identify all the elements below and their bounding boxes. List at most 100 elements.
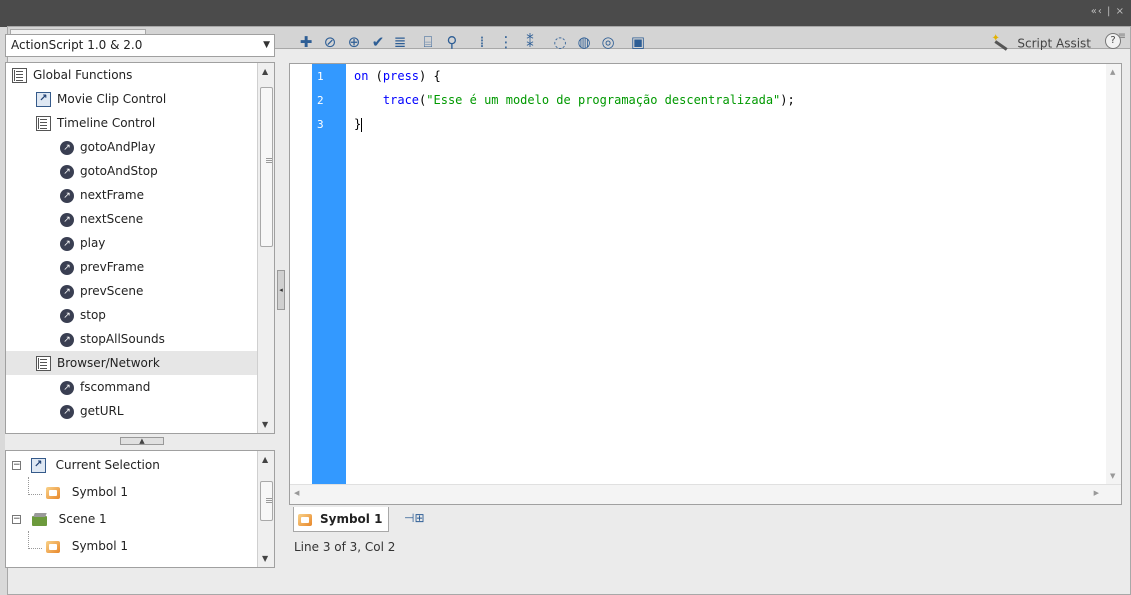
toolbox-item[interactable]: ↗ stop (6, 303, 258, 327)
toolbox-item[interactable]: Browser/Network (6, 351, 258, 375)
code-token: ); (780, 93, 795, 107)
scroll-left-icon[interactable]: ◀ (294, 489, 299, 497)
book-icon (12, 68, 27, 83)
toolbox-item[interactable]: Global Functions (6, 63, 258, 87)
toolbox-item[interactable]: ↗ fscommand (6, 375, 258, 399)
toolbox-item[interactable]: Timeline Control (6, 111, 258, 135)
magic-wand-icon (992, 33, 1008, 52)
apply-line-comment-button[interactable]: ◍ (574, 32, 594, 52)
collapse-icon[interactable]: − (12, 515, 21, 524)
code-line[interactable]: on (press) { (354, 68, 795, 92)
pin-script-icon[interactable]: ⊣⊞ (404, 511, 425, 525)
collapse-between-braces-button[interactable]: ⁞ (472, 32, 492, 52)
code-token: ) { (419, 69, 441, 83)
toolbox-item[interactable]: ↗ stopAllSounds (6, 327, 258, 351)
debug-options-button[interactable]: ⚲ (442, 32, 462, 52)
scrollbar-thumb[interactable] (260, 481, 273, 521)
text-caret (361, 117, 363, 132)
nav-item-scene-symbol[interactable]: Symbol 1 (44, 533, 128, 559)
actions-toolbox: Global Functions ↗ Movie Clip Control Timel… (5, 62, 275, 434)
expand-all-button[interactable]: ⁑ (520, 32, 540, 52)
apply-block-comment-button[interactable]: ◌ (550, 32, 570, 52)
collapse-icon[interactable]: − (12, 461, 21, 470)
code-token: on (354, 69, 369, 83)
function-circle-icon: ↗ (60, 140, 74, 155)
toolbox-item[interactable]: ↗ nextFrame (6, 183, 258, 207)
code-area[interactable]: on (press) { trace("Esse é um modelo de … (354, 68, 795, 140)
toolbox-item[interactable]: ↗ Movie Clip Control (6, 87, 258, 111)
navigator-scrollbar[interactable]: ▲ ▼ (257, 451, 274, 567)
function-circle-icon: ↗ (60, 308, 74, 323)
scrollbar-thumb[interactable] (260, 87, 273, 247)
toolbox-item-label: gotoAndPlay (80, 140, 156, 154)
toolbox-item-label: gotoAndStop (80, 164, 158, 178)
toolbox-item[interactable]: ↗ gotoAndStop (6, 159, 258, 183)
panel-title-strip: «‹ | × (0, 0, 1131, 27)
auto-format-button[interactable]: ≣ (390, 32, 410, 52)
editor-vertical-scrollbar[interactable]: ▲ ▼ (1106, 64, 1121, 484)
line-number: 1 (317, 70, 324, 83)
splitter-grip-icon[interactable]: ▲ (120, 437, 164, 445)
toolbox-item-label: stopAllSounds (80, 332, 165, 346)
insert-target-path-button[interactable]: ⊕ (344, 32, 364, 52)
window-controls[interactable]: «‹ | × (1091, 6, 1125, 17)
language-select-value: ActionScript 1.0 & 2.0 (11, 38, 143, 52)
add-item-button[interactable]: ✚ (296, 32, 316, 52)
toolbox-item[interactable]: ↗ prevFrame (6, 255, 258, 279)
toolbox-item-label: prevFrame (80, 260, 145, 274)
nav-item-label: Scene 1 (58, 512, 107, 526)
toolbox-item[interactable]: ↗ getURL (6, 399, 258, 423)
nav-item-symbol[interactable]: Symbol 1 (44, 479, 128, 505)
scene-icon (31, 512, 49, 528)
find-button[interactable]: ⊘ (320, 32, 340, 52)
scroll-right-icon[interactable]: ▶ (1094, 489, 1099, 497)
check-syntax-button[interactable]: ✔ (368, 32, 388, 52)
collapse-selection-button[interactable]: ⋮ (496, 32, 516, 52)
editor-horizontal-scrollbar[interactable]: ◀ ▶ (290, 484, 1121, 504)
language-select[interactable]: ActionScript 1.0 & 2.0 ▼ (5, 34, 275, 57)
toolbox-item[interactable]: ↗ prevScene (6, 279, 258, 303)
scroll-up-icon[interactable]: ▲ (1110, 68, 1115, 76)
nav-item-current-selection[interactable]: − ↗ Current Selection (12, 452, 160, 478)
toolbox-item-label: nextFrame (80, 188, 144, 202)
scroll-up-icon[interactable]: ▲ (262, 455, 268, 464)
function-circle-icon: ↗ (60, 188, 74, 203)
toolbox-item[interactable]: ↗ gotoAndPlay (6, 135, 258, 159)
help-icon[interactable]: ? (1105, 33, 1121, 49)
blue-square-icon: ↗ (30, 458, 46, 473)
toolbox-item-label: play (80, 236, 106, 250)
scroll-down-icon[interactable]: ▼ (262, 420, 268, 429)
toolbox-item[interactable]: ↗ nextScene (6, 207, 258, 231)
scroll-down-icon[interactable]: ▼ (1110, 472, 1115, 480)
function-circle-icon: ↗ (60, 380, 74, 395)
script-assist-toggle[interactable]: Script Assist (992, 33, 1091, 52)
scroll-up-icon[interactable]: ▲ (262, 67, 268, 76)
code-token: press (382, 69, 420, 83)
chevron-down-icon[interactable]: ▼ (263, 35, 270, 56)
remove-comment-button[interactable]: ◎ (598, 32, 618, 52)
script-tab-symbol[interactable]: Symbol 1 (293, 507, 390, 532)
toolbox-item-label: stop (80, 308, 106, 322)
book-icon (36, 116, 51, 131)
nav-item-label: Current Selection (55, 458, 160, 472)
code-token: "Esse é um modelo de programação descent… (426, 93, 781, 107)
show-hide-toolbox-button[interactable]: ▣ (628, 32, 648, 52)
script-editor[interactable]: 123 on (press) { trace("Esse é um modelo… (289, 63, 1122, 505)
code-line[interactable]: trace("Esse é um modelo de programação d… (354, 92, 795, 116)
symbol-icon (44, 485, 62, 501)
toolbox-scrollbar[interactable]: ▲ ▼ (257, 63, 274, 433)
collapse-toolbox-splitter[interactable]: ◂ (277, 270, 285, 310)
function-circle-icon: ↗ (60, 236, 74, 251)
nav-item-scene[interactable]: − Scene 1 (12, 506, 107, 532)
symbol-icon (296, 512, 314, 528)
scroll-down-icon[interactable]: ▼ (262, 554, 268, 563)
toolbox-item[interactable]: ↗ play (6, 231, 258, 255)
code-line[interactable]: } (354, 116, 795, 140)
toolbox-item-label: prevScene (80, 284, 144, 298)
nav-item-label: Symbol 1 (71, 539, 128, 553)
toolbox-item-label: Browser/Network (57, 356, 160, 370)
status-bar-text: Line 3 of 3, Col 2 (294, 540, 396, 554)
code-token: ( (368, 69, 383, 83)
show-code-hint-button[interactable]: ⌸ (418, 32, 438, 52)
